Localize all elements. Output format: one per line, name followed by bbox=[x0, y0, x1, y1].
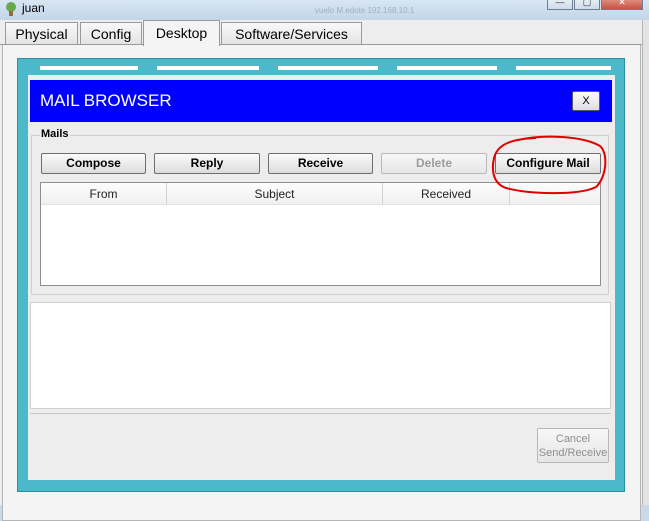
column-header-empty bbox=[510, 183, 600, 205]
frame-strip bbox=[40, 66, 138, 70]
send-receive-label: Send/Receive bbox=[538, 447, 608, 459]
mail-list-table[interactable]: From Subject Received bbox=[40, 182, 601, 286]
tab-config[interactable]: Config bbox=[80, 22, 142, 44]
frame-strip bbox=[397, 66, 497, 70]
column-header-subject[interactable]: Subject bbox=[167, 183, 383, 205]
window-controls: — ▢ ✕ bbox=[546, 0, 643, 10]
minimize-button[interactable]: — bbox=[547, 0, 573, 10]
cancel-send-receive-button[interactable]: Cancel Send/Receive bbox=[537, 428, 609, 463]
mails-group-label: Mails bbox=[40, 128, 70, 140]
column-header-from[interactable]: From bbox=[41, 183, 167, 205]
maximize-button[interactable]: ▢ bbox=[574, 0, 600, 10]
mail-preview-pane[interactable] bbox=[30, 302, 611, 409]
cancel-label: Cancel bbox=[555, 433, 591, 445]
reply-button[interactable]: Reply bbox=[154, 153, 260, 174]
configure-mail-button[interactable]: Configure Mail bbox=[495, 153, 601, 174]
compose-button[interactable]: Compose bbox=[41, 153, 146, 174]
close-window-button[interactable]: ✕ bbox=[601, 0, 643, 10]
divider bbox=[30, 413, 611, 414]
tab-physical[interactable]: Physical bbox=[5, 22, 78, 44]
delete-button[interactable]: Delete bbox=[381, 153, 487, 174]
receive-button[interactable]: Receive bbox=[268, 153, 373, 174]
tab-desktop[interactable]: Desktop bbox=[143, 20, 220, 46]
mail-browser-header: MAIL BROWSER X bbox=[30, 80, 612, 122]
close-mail-browser-button[interactable]: X bbox=[572, 91, 600, 111]
frame-strip bbox=[516, 66, 611, 70]
mail-browser-title: MAIL BROWSER bbox=[40, 91, 172, 110]
frame-strip bbox=[278, 66, 378, 70]
window-titlebar: juan vuelo M edote 192.168.10.1 — ▢ ✕ bbox=[0, 0, 649, 20]
column-header-received[interactable]: Received bbox=[383, 183, 510, 205]
background-window-title: vuelo M edote 192.168.10.1 bbox=[315, 6, 415, 15]
app-icon bbox=[6, 2, 16, 16]
frame-strip bbox=[157, 66, 259, 70]
window-right-edge bbox=[642, 20, 649, 505]
window-title: juan bbox=[22, 1, 45, 15]
tab-software-services[interactable]: Software/Services bbox=[221, 22, 362, 44]
